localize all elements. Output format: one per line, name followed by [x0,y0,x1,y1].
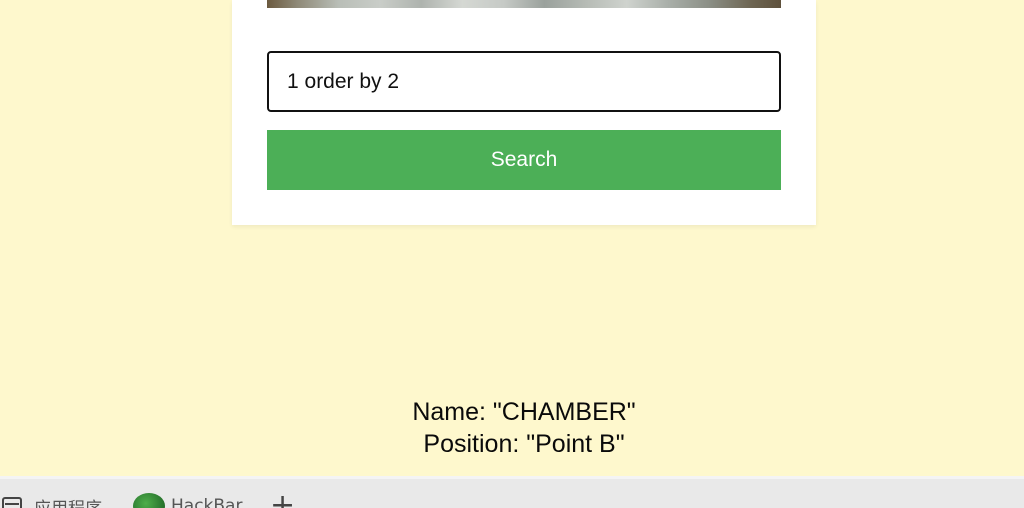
plus-icon: + [270,488,296,508]
result-name: Name: "CHAMBER" [412,398,636,426]
bookmark-hackbar-label: HackBar [171,496,243,508]
result-text: Name: "CHAMBER" Position: "Point B" [0,396,1024,460]
bookmark-hackbar[interactable]: HackBar [133,493,243,508]
bookmarks-bar: 应用程序 HackBar + [0,476,1024,508]
header-image [267,0,781,8]
apps-icon [2,497,22,508]
add-bookmark-button[interactable]: + [270,488,296,508]
bookmark-apps-label: 应用程序 [34,494,102,508]
search-input[interactable] [267,51,781,112]
search-card: Search [232,0,816,225]
search-button[interactable]: Search [267,130,781,190]
bookmark-apps[interactable]: 应用程序 [2,495,102,508]
result-position: Position: "Point B" [423,430,625,458]
hackbar-icon [133,493,165,508]
